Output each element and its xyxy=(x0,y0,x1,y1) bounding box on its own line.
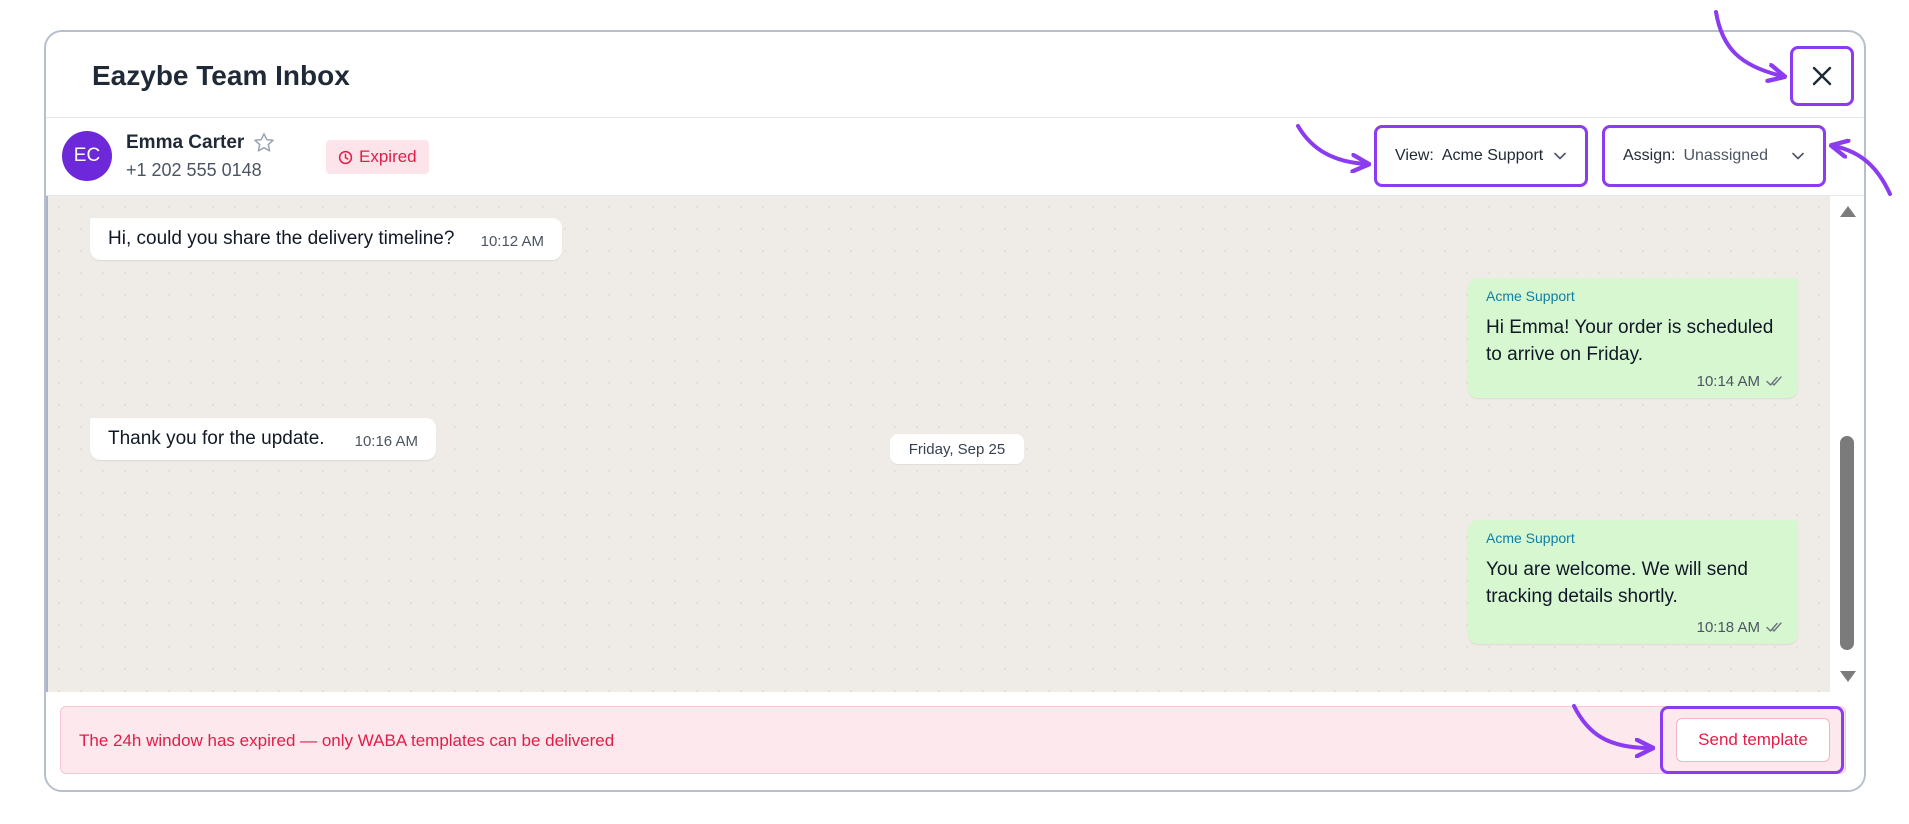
date-separator: Friday, Sep 25 xyxy=(890,434,1024,464)
send-template-button[interactable]: Send template xyxy=(1676,718,1830,762)
chat-scrollbar[interactable] xyxy=(1830,196,1864,692)
avatar: EC xyxy=(62,131,112,181)
message-text: Thank you for the update. xyxy=(108,428,325,449)
view-select[interactable]: View: Acme Support xyxy=(1374,125,1588,187)
chevron-down-icon xyxy=(1791,149,1805,163)
message-time: 10:14 AM xyxy=(1696,373,1760,390)
team-inbox-dialog: Eazybe Team Inbox EC Emma Carter +1 202 … xyxy=(44,30,1866,792)
scroll-down-arrow-icon[interactable] xyxy=(1838,668,1858,684)
status-badge-label: Expired xyxy=(359,147,417,166)
contact-name: Emma Carter xyxy=(126,132,245,153)
message-text: You are welcome. We will send tracking d… xyxy=(1486,559,1748,607)
message-time: 10:18 AM xyxy=(1696,619,1760,636)
message-incoming: Thank you for the update. 10:16 AM xyxy=(90,418,436,460)
message-time: 10:12 AM xyxy=(480,233,544,250)
assign-select-label: Assign: xyxy=(1623,147,1676,164)
close-icon xyxy=(1812,66,1832,86)
contact-phone: +1 202 555 0148 xyxy=(126,160,262,180)
message-sender: Acme Support xyxy=(1486,288,1575,304)
assign-select[interactable]: Assign: Unassigned xyxy=(1602,125,1826,187)
view-select-value: Acme Support xyxy=(1441,147,1544,164)
composer-footer: The 24h window has expired — only WABA t… xyxy=(46,692,1864,790)
message-sender: Acme Support xyxy=(1486,530,1575,546)
double-check-icon xyxy=(1766,622,1782,632)
chevron-down-icon xyxy=(1553,149,1567,163)
double-check-icon xyxy=(1766,376,1782,386)
status-badge: Expired xyxy=(326,140,429,174)
message-time: 10:16 AM xyxy=(354,433,418,450)
star-icon[interactable] xyxy=(252,131,276,155)
close-button[interactable] xyxy=(1790,46,1854,106)
message-text: Hi Emma! Your order is scheduled to arri… xyxy=(1486,317,1774,365)
dialog-title: Eazybe Team Inbox xyxy=(92,60,350,91)
view-select-label: View: xyxy=(1395,147,1434,164)
banner-text: The 24h window has expired — only WABA t… xyxy=(79,731,615,750)
message-outgoing: Acme Support You are welcome. We will se… xyxy=(1468,520,1798,644)
chat-area: Hi, could you share the delivery timelin… xyxy=(46,196,1830,692)
scroll-thumb[interactable] xyxy=(1840,436,1854,650)
scroll-up-arrow-icon[interactable] xyxy=(1838,204,1858,220)
expired-window-banner: The 24h window has expired — only WABA t… xyxy=(60,706,1846,774)
message-text: Hi, could you share the delivery timelin… xyxy=(108,228,455,249)
message-incoming: Hi, could you share the delivery timelin… xyxy=(90,218,562,260)
assign-select-value: Unassigned xyxy=(1683,147,1768,164)
title-bar: Eazybe Team Inbox xyxy=(46,32,1864,118)
contact-header: EC Emma Carter +1 202 555 0148 Expired V… xyxy=(46,118,1864,196)
clock-icon xyxy=(338,150,353,164)
message-outgoing: Acme Support Hi Emma! Your order is sche… xyxy=(1468,278,1798,398)
